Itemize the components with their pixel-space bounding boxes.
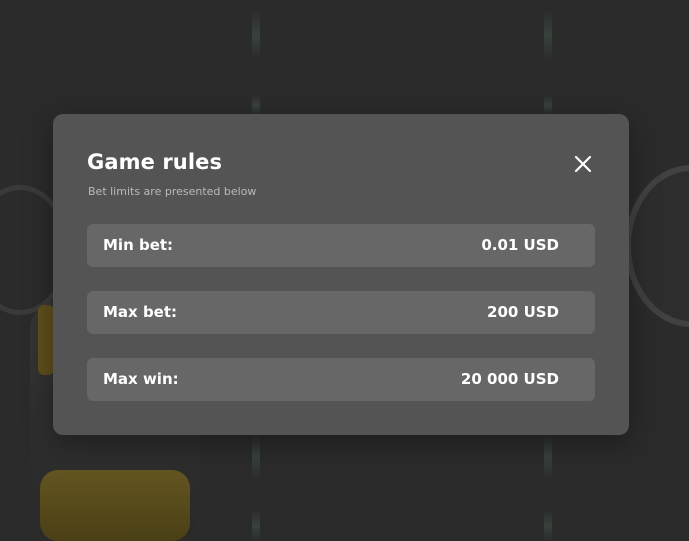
close-icon bbox=[574, 155, 592, 173]
rule-row-max-win: Max win: 20 000 USD bbox=[87, 358, 595, 401]
rule-label: Max win: bbox=[103, 370, 179, 388]
background-decoration bbox=[252, 95, 260, 115]
rule-value: 0.01 USD bbox=[481, 236, 559, 254]
background-decoration bbox=[252, 435, 260, 480]
close-button[interactable] bbox=[571, 152, 595, 176]
rule-label: Min bet: bbox=[103, 236, 174, 254]
rule-value: 200 USD bbox=[487, 303, 559, 321]
background-decoration bbox=[252, 10, 260, 60]
rule-row-max-bet: Max bet: 200 USD bbox=[87, 291, 595, 334]
rule-label: Max bet: bbox=[103, 303, 178, 321]
rule-value: 20 000 USD bbox=[460, 370, 559, 388]
background-decoration bbox=[544, 435, 552, 480]
background-decoration bbox=[252, 510, 260, 541]
game-rules-modal: Game rules Bet limits are presented belo… bbox=[53, 114, 629, 435]
background-decoration bbox=[40, 470, 190, 541]
rule-row-min-bet: Min bet: 0.01 USD bbox=[87, 224, 595, 267]
background-decoration bbox=[625, 165, 689, 327]
background-decoration bbox=[38, 305, 54, 375]
background-decoration bbox=[544, 10, 552, 60]
modal-title: Game rules bbox=[87, 150, 223, 174]
background-decoration bbox=[544, 95, 552, 115]
modal-subtitle: Bet limits are presented below bbox=[88, 185, 257, 198]
background-decoration bbox=[544, 510, 552, 541]
